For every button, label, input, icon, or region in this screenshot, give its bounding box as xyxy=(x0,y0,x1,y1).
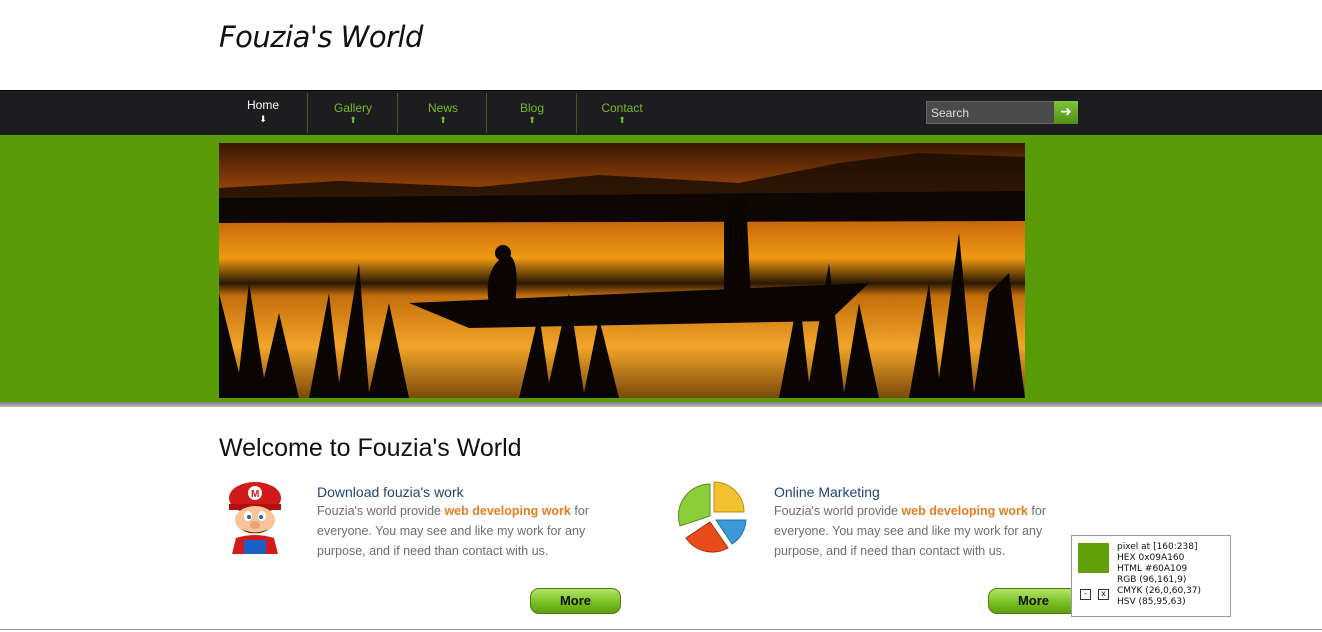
banner-divider xyxy=(0,402,1322,407)
more-button[interactable]: More xyxy=(988,588,1079,614)
arrow-up-icon: ⬆ xyxy=(528,116,536,126)
close-button[interactable]: x xyxy=(1098,589,1109,600)
nav-contact-label: Contact xyxy=(601,101,643,115)
arrow-up-icon: ⬆ xyxy=(439,116,447,126)
arrow-down-icon: ⬇ xyxy=(259,115,267,125)
feature-text: Fouzia's world provide web developing wo… xyxy=(774,501,1074,561)
color-info-line: CMYK (26,0,60,37) xyxy=(1117,586,1201,596)
nav-home-label: Home xyxy=(246,98,279,112)
search-input[interactable] xyxy=(926,101,1055,124)
nav-gallery[interactable]: Gallery ⬆ xyxy=(308,91,398,136)
feature-text-start: Fouzia's world provide xyxy=(774,504,902,518)
color-swatch xyxy=(1078,543,1109,573)
nav-news[interactable]: News ⬆ xyxy=(398,91,488,136)
minimize-button[interactable]: - xyxy=(1080,589,1091,600)
nav-news-label: News xyxy=(427,101,458,115)
more-button[interactable]: More xyxy=(530,588,621,614)
nav-blog[interactable]: Blog ⬆ xyxy=(487,91,577,136)
nav-blog-label: Blog xyxy=(519,101,545,115)
nav-contact[interactable]: Contact ⬆ xyxy=(577,91,667,136)
color-info: pixel at [160:238] HEX 0x09A160 HTML #60… xyxy=(1117,542,1201,608)
main-navbar: Home ⬇ Gallery ⬆ News ⬆ Blog ⬆ Contact ⬆… xyxy=(0,90,1322,136)
search-button[interactable]: ➜ xyxy=(1054,101,1078,124)
color-info-line: HEX 0x09A160 xyxy=(1117,553,1185,563)
arrow-up-icon: ⬆ xyxy=(349,116,357,126)
mario-icon: M xyxy=(222,480,288,558)
welcome-heading: Welcome to Fouzia's World xyxy=(219,434,522,462)
arrow-up-icon: ⬆ xyxy=(618,116,626,126)
color-info-line: RGB (96,161,9) xyxy=(1117,575,1187,585)
nav-gallery-label: Gallery xyxy=(333,101,372,115)
arrow-right-icon: ➜ xyxy=(1060,104,1072,120)
svg-text:M: M xyxy=(251,489,259,500)
hero-image xyxy=(219,143,1025,398)
footer-divider xyxy=(0,629,1322,630)
feature-highlight: web developing work xyxy=(444,504,571,518)
color-picker-popup: pixel at [160:238] HEX 0x09A160 HTML #60… xyxy=(1071,535,1231,617)
color-info-line: pixel at [160:238] xyxy=(1117,542,1198,552)
color-info-line: HTML #60A109 xyxy=(1117,564,1188,574)
feature-title: Download fouzia's work xyxy=(317,484,464,500)
site-title: Fouzia's World xyxy=(219,20,423,54)
feature-highlight: web developing work xyxy=(901,504,1028,518)
nav-home[interactable]: Home ⬇ xyxy=(218,91,308,136)
feature-title: Online Marketing xyxy=(774,484,880,500)
color-info-line: HSV (85,95,63) xyxy=(1117,597,1186,607)
feature-text: Fouzia's world provide web developing wo… xyxy=(317,501,617,561)
sunset-boat-photo xyxy=(219,143,1025,398)
pie-chart-icon xyxy=(674,480,750,558)
feature-text-start: Fouzia's world provide xyxy=(317,504,445,518)
